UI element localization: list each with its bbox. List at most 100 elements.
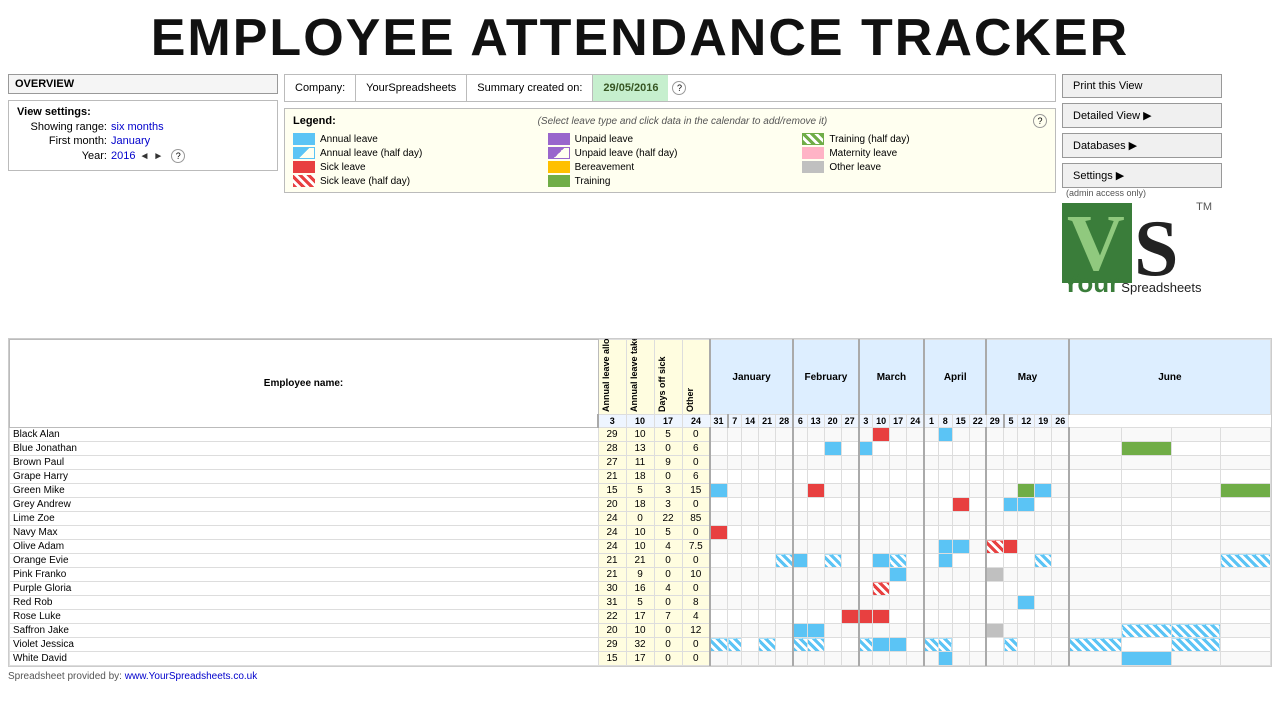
- calendar-cell[interactable]: [841, 540, 859, 554]
- calendar-cell[interactable]: [728, 624, 742, 638]
- calendar-cell[interactable]: [1004, 526, 1018, 540]
- calendar-cell[interactable]: [1052, 470, 1069, 484]
- calendar-cell[interactable]: [873, 624, 890, 638]
- calendar-cell[interactable]: [907, 652, 925, 666]
- calendar-cell[interactable]: [1035, 470, 1052, 484]
- calendar-cell[interactable]: [859, 428, 873, 442]
- calendar-cell[interactable]: [1171, 582, 1220, 596]
- calendar-cell[interactable]: [986, 652, 1004, 666]
- calendar-cell[interactable]: [952, 652, 969, 666]
- databases-btn[interactable]: Databases ▶: [1062, 133, 1222, 158]
- legend-sick[interactable]: Sick leave: [293, 161, 538, 173]
- calendar-cell[interactable]: [807, 540, 824, 554]
- calendar-cell[interactable]: [841, 456, 859, 470]
- calendar-cell[interactable]: [742, 498, 759, 512]
- calendar-cell[interactable]: [759, 442, 776, 456]
- calendar-cell[interactable]: [890, 596, 907, 610]
- calendar-cell[interactable]: [873, 596, 890, 610]
- calendar-cell[interactable]: [776, 638, 794, 652]
- calendar-cell[interactable]: [1171, 554, 1220, 568]
- calendar-cell[interactable]: [710, 442, 728, 456]
- calendar-cell[interactable]: [1018, 638, 1035, 652]
- calendar-cell[interactable]: [1004, 582, 1018, 596]
- legend-annual[interactable]: Annual leave: [293, 133, 538, 145]
- calendar-cell[interactable]: [841, 582, 859, 596]
- calendar-cell[interactable]: [890, 484, 907, 498]
- calendar-cell[interactable]: [952, 428, 969, 442]
- calendar-cell[interactable]: [1035, 456, 1052, 470]
- calendar-cell[interactable]: [938, 428, 952, 442]
- calendar-cell[interactable]: [742, 428, 759, 442]
- calendar-cell[interactable]: [1221, 512, 1271, 526]
- calendar-cell[interactable]: [1171, 568, 1220, 582]
- calendar-cell[interactable]: [1122, 498, 1171, 512]
- calendar-cell[interactable]: [1221, 442, 1271, 456]
- calendar-cell[interactable]: [924, 638, 938, 652]
- calendar-cell[interactable]: [1004, 638, 1018, 652]
- calendar-cell[interactable]: [841, 596, 859, 610]
- calendar-cell[interactable]: [938, 526, 952, 540]
- calendar-cell[interactable]: [1221, 498, 1271, 512]
- calendar-cell[interactable]: [1122, 470, 1171, 484]
- calendar-cell[interactable]: [986, 526, 1004, 540]
- calendar-cell[interactable]: [907, 428, 925, 442]
- calendar-cell[interactable]: [1035, 526, 1052, 540]
- calendar-cell[interactable]: [890, 428, 907, 442]
- calendar-cell[interactable]: [824, 652, 841, 666]
- calendar-cell[interactable]: [952, 610, 969, 624]
- calendar-cell[interactable]: [924, 624, 938, 638]
- calendar-cell[interactable]: [1018, 568, 1035, 582]
- calendar-cell[interactable]: [969, 554, 986, 568]
- calendar-cell[interactable]: [1122, 512, 1171, 526]
- calendar-cell[interactable]: [807, 442, 824, 456]
- calendar-cell[interactable]: [1035, 610, 1052, 624]
- calendar-cell[interactable]: [1069, 624, 1122, 638]
- calendar-cell[interactable]: [1221, 624, 1271, 638]
- calendar-cell[interactable]: [969, 442, 986, 456]
- calendar-cell[interactable]: [710, 512, 728, 526]
- calendar-cell[interactable]: [938, 582, 952, 596]
- calendar-cell[interactable]: [1122, 554, 1171, 568]
- calendar-cell[interactable]: [807, 498, 824, 512]
- calendar-cell[interactable]: [776, 526, 794, 540]
- calendar-cell[interactable]: [859, 624, 873, 638]
- calendar-cell[interactable]: [873, 610, 890, 624]
- calendar-cell[interactable]: [873, 484, 890, 498]
- calendar-cell[interactable]: [793, 526, 807, 540]
- calendar-cell[interactable]: [728, 610, 742, 624]
- calendar-cell[interactable]: [742, 568, 759, 582]
- calendar-cell[interactable]: [1035, 540, 1052, 554]
- calendar-cell[interactable]: [793, 470, 807, 484]
- calendar-cell[interactable]: [824, 540, 841, 554]
- calendar-cell[interactable]: [952, 540, 969, 554]
- calendar-cell[interactable]: [793, 582, 807, 596]
- calendar-cell[interactable]: [793, 484, 807, 498]
- calendar-cell[interactable]: [873, 498, 890, 512]
- legend-training-half[interactable]: Training (half day): [802, 133, 1047, 145]
- calendar-cell[interactable]: [986, 498, 1004, 512]
- calendar-cell[interactable]: [759, 512, 776, 526]
- calendar-cell[interactable]: [1069, 596, 1122, 610]
- calendar-cell[interactable]: [907, 512, 925, 526]
- calendar-cell[interactable]: [742, 526, 759, 540]
- calendar-cell[interactable]: [728, 442, 742, 456]
- calendar-cell[interactable]: [1052, 554, 1069, 568]
- calendar-cell[interactable]: [759, 624, 776, 638]
- calendar-cell[interactable]: [1122, 624, 1171, 638]
- calendar-cell[interactable]: [1004, 568, 1018, 582]
- calendar-cell[interactable]: [986, 442, 1004, 456]
- first-month-value[interactable]: January: [111, 135, 150, 147]
- calendar-cell[interactable]: [1035, 442, 1052, 456]
- calendar-cell[interactable]: [1004, 498, 1018, 512]
- calendar-cell[interactable]: [728, 568, 742, 582]
- calendar-cell[interactable]: [938, 610, 952, 624]
- calendar-cell[interactable]: [1018, 526, 1035, 540]
- calendar-cell[interactable]: [776, 596, 794, 610]
- calendar-cell[interactable]: [938, 470, 952, 484]
- calendar-cell[interactable]: [841, 526, 859, 540]
- calendar-cell[interactable]: [907, 470, 925, 484]
- legend-annual-half[interactable]: Annual leave (half day): [293, 147, 538, 159]
- calendar-cell[interactable]: [873, 554, 890, 568]
- calendar-cell[interactable]: [952, 526, 969, 540]
- calendar-cell[interactable]: [924, 554, 938, 568]
